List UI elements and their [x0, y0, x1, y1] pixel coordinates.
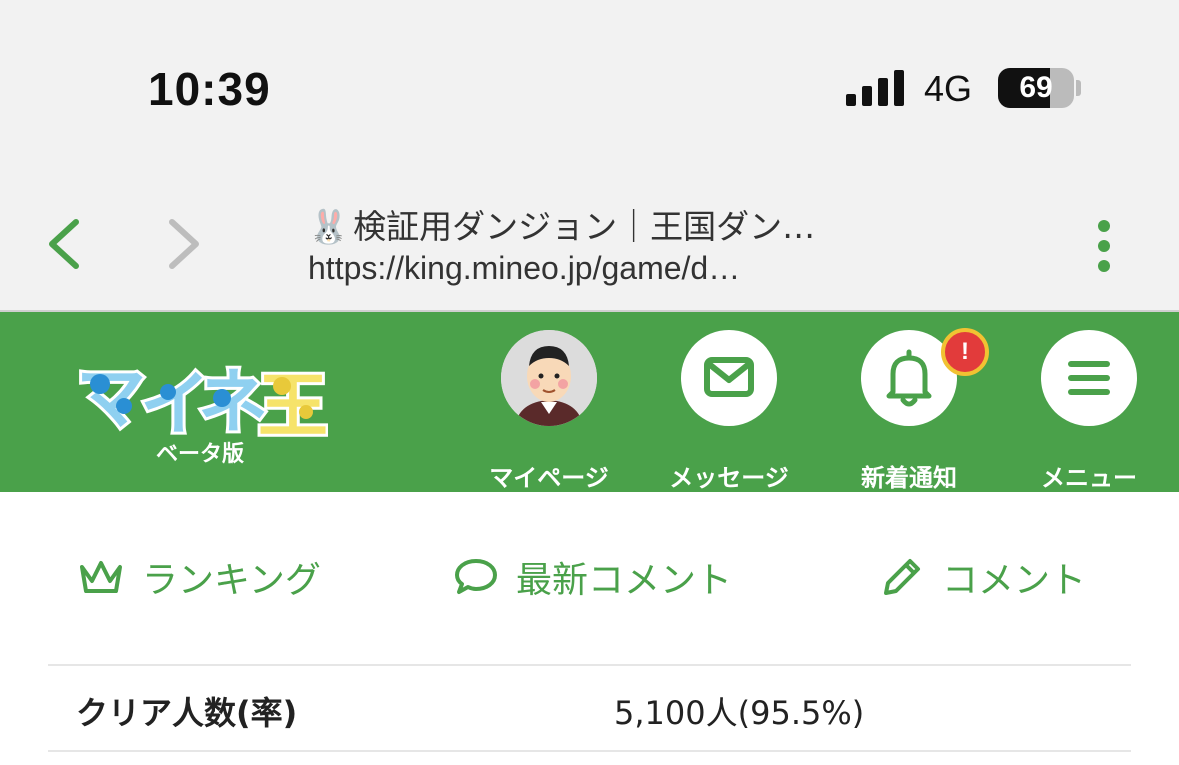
mypage-label: マイページ [489, 464, 609, 492]
battery-percent: 69 [1019, 71, 1053, 104]
svg-text:王: 王 [258, 365, 328, 442]
divider [48, 664, 1131, 666]
latest-comments-label: 最新コメント [516, 560, 733, 601]
comment-label: コメント [942, 560, 1087, 601]
divider [48, 750, 1131, 752]
clear-count-label: クリア人数(率) [76, 694, 298, 732]
main-content: ランキング 最新コメント コメント クリア人数(率) 5,100人(95.5%) [0, 492, 1179, 765]
mineo-logo[interactable]: マ マ イ イ ネ ネ 王 王 [72, 342, 328, 442]
svg-text:マ: マ [76, 357, 146, 439]
notification-button[interactable]: ! 新着通知 [819, 328, 999, 492]
rabbit-icon: 🐰 [308, 207, 350, 246]
browser-toolbar: 🐰 検証用ダンジョン｜王国ダン… https://king.mineo.jp/ga… [0, 180, 1179, 312]
more-vertical-icon[interactable] [1090, 214, 1118, 274]
mypage-button[interactable]: マイページ [459, 330, 639, 492]
crown-icon [80, 561, 122, 593]
comment-link[interactable]: コメント [880, 552, 1086, 602]
network-type: 4G [924, 68, 973, 109]
menu-button[interactable]: メニュー [999, 330, 1179, 492]
avatar [501, 330, 597, 426]
status-bar: 10:39 4G 69 [0, 0, 1179, 180]
pencil-icon [884, 559, 920, 595]
mail-icon [704, 357, 754, 397]
message-icon-circle [681, 330, 777, 426]
menu-label: メニュー [1041, 464, 1137, 492]
menu-icon-circle [1041, 330, 1137, 426]
ranking-label: ランキング [142, 560, 321, 601]
page-title[interactable]: 🐰 検証用ダンジョン｜王国ダン… [308, 200, 815, 248]
clear-count-value: 5,100人(95.5%) [614, 694, 865, 732]
site-header: マ マ イ イ ネ ネ 王 王 ベータ版 マイページ メッセージ ! 新着通知 … [0, 312, 1179, 492]
message-button[interactable]: メッセージ [639, 330, 819, 492]
url-text[interactable]: https://king.mineo.jp/game/d… [308, 250, 740, 287]
message-label: メッセージ [669, 464, 789, 492]
avatar-illustration [501, 330, 597, 426]
beta-label: ベータ版 [156, 442, 245, 467]
chevron-left-icon[interactable] [44, 214, 84, 274]
ranking-link[interactable]: ランキング [78, 552, 321, 602]
notification-badge: ! [941, 328, 989, 376]
latest-comments-link[interactable]: 最新コメント [454, 552, 732, 602]
cellular-signal-icon [846, 70, 904, 106]
speech-bubble-icon [455, 559, 497, 594]
chevron-right-icon[interactable] [164, 214, 204, 274]
notification-label: 新着通知 [861, 464, 957, 492]
battery-icon: 69 [998, 68, 1074, 108]
battery-tip [1076, 80, 1081, 96]
hamburger-menu-icon [1068, 361, 1110, 395]
page-title-text: 検証用ダンジョン｜王国ダン… [353, 207, 816, 246]
status-time: 10:39 [148, 63, 271, 115]
